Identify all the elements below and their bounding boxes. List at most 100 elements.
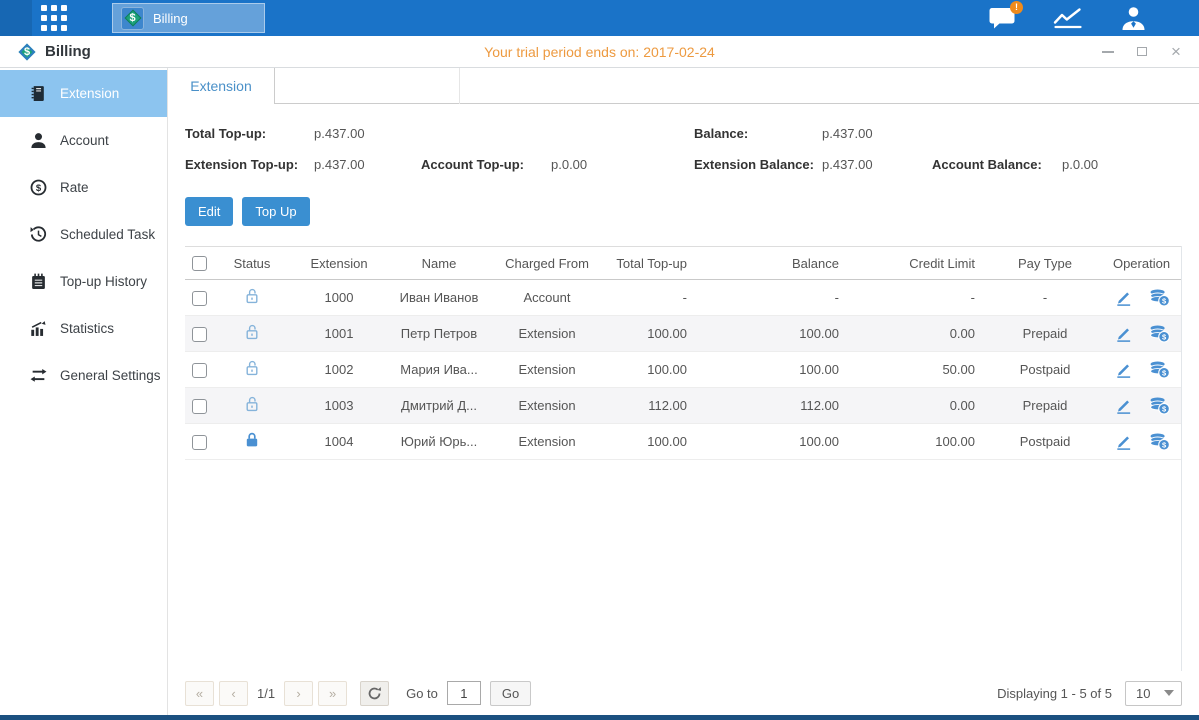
row-checkbox[interactable] bbox=[192, 435, 207, 450]
charged-from-cell: Extension bbox=[491, 424, 603, 460]
table-row: 1000Иван ИвановAccount----$ bbox=[185, 280, 1182, 316]
refresh-icon[interactable] bbox=[360, 681, 389, 706]
account-balance-value: p.0.00 bbox=[1062, 157, 1098, 172]
extension-cell: 1000 bbox=[291, 280, 387, 316]
go-button[interactable]: Go bbox=[490, 681, 531, 706]
messages-icon[interactable]: ! bbox=[989, 7, 1016, 29]
topup-coins-icon[interactable]: $ bbox=[1149, 288, 1170, 307]
row-checkbox[interactable] bbox=[192, 399, 207, 414]
balance-cell: 112.00 bbox=[705, 388, 857, 424]
topup-coins-icon[interactable]: $ bbox=[1149, 360, 1170, 379]
trial-notice: Your trial period ends on: 2017-02-24 bbox=[0, 44, 1199, 60]
topup-coins-icon[interactable]: $ bbox=[1149, 396, 1170, 415]
taskbar-item-billing[interactable]: Billing bbox=[112, 3, 265, 33]
last-page-button[interactable]: » bbox=[318, 681, 347, 706]
charged-from-cell: Extension bbox=[491, 352, 603, 388]
balance-cell: 100.00 bbox=[705, 352, 857, 388]
first-page-button[interactable]: « bbox=[185, 681, 214, 706]
sidebar-item-label: Top-up History bbox=[60, 274, 147, 289]
topup-coins-icon[interactable]: $ bbox=[1149, 432, 1170, 451]
sidebar-item-rate[interactable]: $Rate bbox=[0, 164, 167, 211]
pay-type-cell: Postpaid bbox=[993, 424, 1097, 460]
table-row: 1004Юрий Юрь...Extension100.00100.00100.… bbox=[185, 424, 1182, 460]
column-header: Status bbox=[213, 247, 291, 280]
extension-balance-value: p.437.00 bbox=[822, 157, 932, 172]
name-cell: Юрий Юрь... bbox=[387, 424, 491, 460]
lock-closed-icon bbox=[243, 431, 261, 449]
column-header: Charged From bbox=[491, 247, 603, 280]
edit-pencil-icon[interactable] bbox=[1114, 288, 1133, 307]
lock-open-icon bbox=[243, 395, 261, 413]
tab-extension[interactable]: Extension bbox=[168, 68, 275, 104]
sidebar-item-scheduled-task[interactable]: Scheduled Task bbox=[0, 211, 167, 258]
total-topup-cell: 100.00 bbox=[603, 352, 705, 388]
charged-from-cell: Extension bbox=[491, 388, 603, 424]
extension-cell: 1002 bbox=[291, 352, 387, 388]
name-cell: Петр Петров bbox=[387, 316, 491, 352]
page-size-value: 10 bbox=[1126, 686, 1164, 701]
lock-open-icon bbox=[243, 359, 261, 377]
sidebar-item-general-settings[interactable]: General Settings bbox=[0, 352, 167, 399]
topup-coins-icon[interactable]: $ bbox=[1149, 324, 1170, 343]
sidebar-item-label: Statistics bbox=[60, 321, 114, 336]
name-cell: Дмитрий Д... bbox=[387, 388, 491, 424]
prev-page-button[interactable]: ‹ bbox=[219, 681, 248, 706]
statistics-icon bbox=[30, 320, 48, 338]
pay-type-cell: Prepaid bbox=[993, 316, 1097, 352]
total-topup-label: Total Top-up: bbox=[185, 126, 314, 141]
charged-from-cell: Extension bbox=[491, 316, 603, 352]
total-topup-cell: 112.00 bbox=[603, 388, 705, 424]
balance-cell: 100.00 bbox=[705, 316, 857, 352]
name-cell: Иван Иванов bbox=[387, 280, 491, 316]
edit-pencil-icon[interactable] bbox=[1114, 324, 1133, 343]
column-header: Operation bbox=[1097, 247, 1182, 280]
main-content: Extension Total Top-up: p.437.00 Extensi… bbox=[168, 68, 1199, 715]
sidebar-item-label: General Settings bbox=[60, 368, 161, 383]
page-indicator: 1/1 bbox=[257, 686, 275, 701]
name-cell: Мария Ива... bbox=[387, 352, 491, 388]
sidebar-item-statistics[interactable]: Statistics bbox=[0, 305, 167, 352]
balance-label: Balance: bbox=[694, 126, 822, 141]
credit-limit-cell: 100.00 bbox=[857, 424, 993, 460]
edit-button[interactable]: Edit bbox=[185, 197, 233, 226]
goto-page-input[interactable] bbox=[447, 681, 481, 705]
sidebar-item-account[interactable]: Account bbox=[0, 117, 167, 164]
window-titlebar: Billing Your trial period ends on: 2017-… bbox=[0, 36, 1199, 68]
resource-monitor-icon[interactable] bbox=[1053, 6, 1083, 30]
column-header: Extension bbox=[291, 247, 387, 280]
account-topup-value: p.0.00 bbox=[551, 157, 587, 172]
displaying-text: Displaying 1 - 5 of 5 bbox=[997, 686, 1112, 701]
row-checkbox[interactable] bbox=[192, 291, 207, 306]
sidebar-item-top-up-history[interactable]: Top-up History bbox=[0, 258, 167, 305]
edit-pencil-icon[interactable] bbox=[1114, 360, 1133, 379]
notebook-icon bbox=[30, 273, 48, 291]
goto-label: Go to bbox=[406, 686, 438, 701]
lock-open-icon bbox=[243, 323, 261, 341]
total-topup-cell: - bbox=[603, 280, 705, 316]
minimize-button[interactable] bbox=[1101, 45, 1115, 59]
edit-pencil-icon[interactable] bbox=[1114, 396, 1133, 415]
table-row: 1003Дмитрий Д...Extension112.00112.000.0… bbox=[185, 388, 1182, 424]
table-body: 1000Иван ИвановAccount----$1001Петр Петр… bbox=[185, 280, 1182, 460]
close-button[interactable] bbox=[1169, 45, 1183, 59]
pay-type-cell: - bbox=[993, 280, 1097, 316]
top-up-button[interactable]: Top Up bbox=[242, 197, 309, 226]
row-checkbox[interactable] bbox=[192, 327, 207, 342]
credit-limit-cell: 0.00 bbox=[857, 316, 993, 352]
maximize-button[interactable] bbox=[1135, 45, 1149, 59]
next-page-button[interactable]: › bbox=[284, 681, 313, 706]
extension-cell: 1004 bbox=[291, 424, 387, 460]
select-all-checkbox[interactable] bbox=[192, 256, 207, 271]
sidebar-item-extension[interactable]: Extension bbox=[0, 70, 167, 117]
sidebar-item-label: Scheduled Task bbox=[60, 227, 155, 242]
window-bottom-border bbox=[0, 715, 1199, 720]
page-size-select[interactable]: 10 bbox=[1125, 681, 1182, 706]
apps-grid-icon[interactable] bbox=[41, 5, 67, 31]
column-header: Balance bbox=[705, 247, 857, 280]
row-checkbox[interactable] bbox=[192, 363, 207, 378]
user-icon[interactable] bbox=[1120, 6, 1147, 31]
edit-pencil-icon[interactable] bbox=[1114, 432, 1133, 451]
taskbar-item-label: Billing bbox=[153, 11, 188, 26]
history-clock-icon bbox=[30, 226, 48, 244]
transfer-arrows-icon bbox=[30, 367, 48, 385]
